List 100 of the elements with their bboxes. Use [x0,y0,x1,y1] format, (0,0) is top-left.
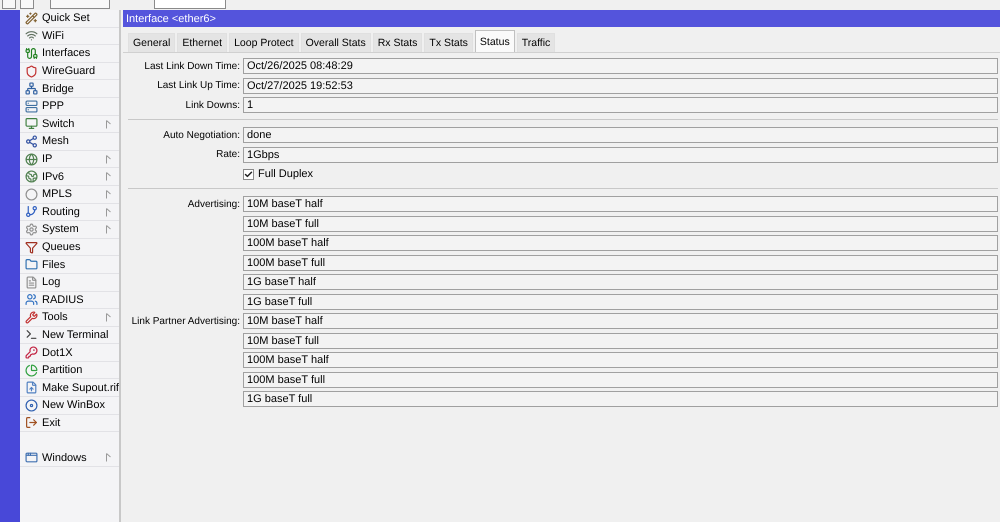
menu-item[interactable]: Bridge [20,80,119,98]
wifi-icon [25,29,38,42]
tab[interactable]: Tx Stats [424,33,473,52]
tab[interactable]: Loop Protect [229,33,299,52]
menu-item[interactable]: Log [20,274,119,292]
menu-item[interactable]: Make Supout.rif [20,379,119,398]
share-icon [25,134,38,148]
tab[interactable]: Overall Stats [300,33,371,52]
menu-item-label: Exit [42,416,60,429]
menu-item[interactable]: Queues [20,238,119,256]
exit-icon [25,416,38,430]
checkbox[interactable] [243,168,254,180]
menu-item-label: Make Supout.rif [42,382,119,394]
folder-icon [25,258,38,272]
menu-item[interactable]: Partition [20,362,119,380]
menu-item[interactable]: Dot1X [20,344,119,362]
toolbar-field[interactable] [154,0,226,9]
value-field[interactable]: 1G baseT half [243,274,998,290]
menu-item[interactable]: Files [20,256,119,274]
menu-item[interactable]: WireGuard [20,62,119,80]
menu-item[interactable]: Tools [20,309,119,327]
toolbar-button[interactable] [2,0,16,9]
pie-chart-icon [25,364,38,377]
menu-item-label: IPv6 [42,170,64,183]
menu-item-label: WireGuard [42,65,96,78]
toolbar-button[interactable] [50,0,110,9]
menu-item-label: Log [42,276,60,288]
value-field[interactable]: 100M baseT half [243,235,998,251]
tab[interactable]: Ethernet [177,33,228,52]
tab[interactable]: Traffic [516,33,556,52]
value-field[interactable]: 100M baseT full [243,254,998,270]
value-field[interactable]: 1Gbps [243,146,998,162]
menu-item[interactable]: Mesh [20,133,119,151]
toolbar-button[interactable] [20,0,34,9]
file-icon [25,381,38,394]
shield-icon [25,64,38,78]
menu-item[interactable]: MPLS [20,186,119,204]
menu-item[interactable]: Exit [20,414,119,432]
document-icon [25,276,38,289]
value-field[interactable]: 1G baseT full [243,391,998,407]
menu-item[interactable]: Routing [20,204,119,222]
menu-item[interactable]: IPv6 [20,168,119,186]
menu-item-label: RADIUS [42,294,84,306]
menu-item-label: Routing [42,206,80,218]
value-field[interactable]: 1G baseT full [243,294,998,310]
globe-icon [25,170,38,184]
menu-item[interactable]: WiFi [20,28,119,46]
menu-item[interactable]: New WinBox [20,397,119,415]
network-icon [25,82,38,96]
menu-item-label: New WinBox [42,399,105,412]
tab[interactable]: Status [474,30,515,52]
value-field[interactable]: 100M baseT half [243,352,998,368]
terminal-icon [25,328,38,342]
menu-item[interactable]: Windows [20,449,119,467]
value-field[interactable]: 100M baseT full [243,372,998,388]
field-label: Link Downs: [186,100,240,110]
wand-icon [25,12,38,25]
menu-item-label: Bridge [42,82,74,95]
menu-item[interactable]: RADIUS [20,292,119,310]
field-label: Auto Negotiation: [163,130,240,140]
globe-icon [25,152,38,166]
menu-item[interactable]: Quick Set [20,10,119,28]
field-label: Last Link Up Time: [157,80,240,91]
wrench-icon [25,310,38,324]
window-icon [25,451,38,464]
menu-item-label: Interfaces [42,47,90,60]
menu-item-label: Dot1X [42,346,73,359]
field-label: Link Partner Advertising: [132,316,240,326]
value-field[interactable]: Oct/27/2025 19:52:53 [243,78,998,94]
value-field[interactable]: 1 [243,97,998,113]
value-field[interactable]: 10M baseT full [243,332,998,348]
value-field[interactable]: 10M baseT half [243,313,998,329]
menu-item-label: Queues [42,241,81,254]
menu-item-label: Tools [42,311,68,324]
users-icon [25,293,38,306]
tab[interactable]: Rx Stats [372,33,422,52]
circle-icon [25,188,38,201]
field-label: Advertising: [188,198,240,210]
server-icon [25,100,38,113]
menu-item[interactable]: PPP [20,98,119,116]
menu-item-label: Windows [42,452,87,464]
menu-item[interactable]: New Terminal [20,326,119,344]
menu-item-label: PPP [42,100,64,112]
menu-item-label: IP [42,153,52,166]
menu-item-label: Files [42,258,66,271]
field-label: Last Link Down Time: [144,60,240,72]
menu-item[interactable]: System [20,221,119,239]
value-field[interactable]: Oct/26/2025 08:48:29 [243,58,998,74]
value-field[interactable]: done [243,127,998,143]
menu-item[interactable]: Interfaces [20,45,119,63]
branch-icon [25,205,38,218]
menu-item-label: System [42,223,79,236]
menu-item[interactable]: IP [20,150,119,168]
menu-item-label: MPLS [42,188,72,200]
value-field[interactable]: 10M baseT full [243,216,998,232]
field-label: Rate: [216,149,240,160]
menu-item[interactable]: Switch [20,116,119,134]
menu-item-label: Switch [42,118,74,130]
tab[interactable]: General [128,33,176,52]
value-field[interactable]: 10M baseT half [243,196,998,212]
